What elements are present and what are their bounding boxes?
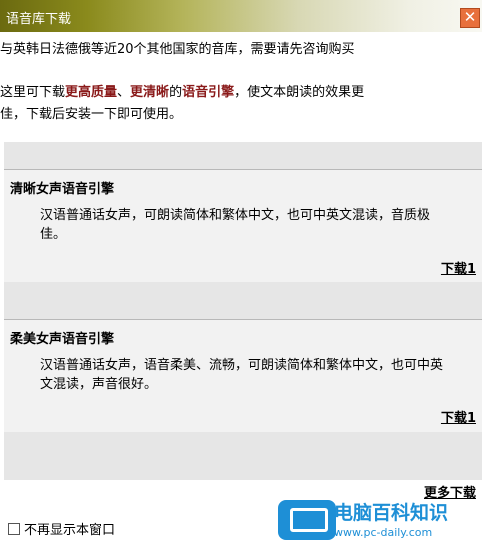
watermark: 电脑百科知识 www.pc-daily.com: [274, 492, 482, 549]
highlight-higher-quality: 更高质量: [65, 85, 118, 100]
engine-title: 柔美女声语音引擎: [10, 332, 115, 347]
monitor-screen-icon: [290, 508, 328, 532]
watermark-url: www.pc-daily.com: [334, 526, 433, 539]
download-link-clear-female[interactable]: 下载1: [441, 258, 476, 277]
section-spacer: [4, 282, 482, 319]
intro-line-2: 这里可下载更高质量、更清晰的语音引擎，使文本朗读的效果更: [0, 81, 364, 100]
dont-show-again-checkbox[interactable]: [8, 522, 20, 535]
section-spacer: [4, 142, 482, 169]
engine-title: 清晰女声语音引擎: [10, 182, 115, 197]
download-link-soft-female[interactable]: 下载1: [441, 407, 476, 426]
engine-section-clear-female: 清晰女声语音引擎 汉语普通话女声，可朗读简体和繁体中文，也可中英文混读，音质极佳…: [4, 169, 482, 282]
window-title: 语音库下载: [6, 12, 72, 27]
engine-section-soft-female: 柔美女声语音引擎 汉语普通话女声，语音柔美、流畅，可朗读简体和繁体中文，也可中英…: [4, 319, 482, 432]
monitor-icon: [278, 500, 336, 540]
intro-line-3: 佳，下载后安装一下即可使用。: [0, 107, 183, 122]
intro-text-segment: 、: [117, 85, 131, 100]
intro-text-segment: 的: [169, 85, 183, 100]
dont-show-again-option[interactable]: 不再显示本窗口: [8, 519, 115, 538]
title-bar[interactable]: 语音库下载 ✕: [0, 0, 482, 32]
engine-description: 汉语普通话女声，语音柔美、流畅，可朗读简体和繁体中文，也可中英文混读，声音很好。: [40, 358, 444, 392]
highlight-clearer: 更清晰: [130, 85, 170, 100]
download-dialog: 语音库下载 ✕ 与英韩日法德俄等近20个其他国家的音库，需要请先咨询购买 这里可…: [0, 0, 482, 549]
highlight-voice-engine: 语音引擎: [182, 85, 235, 100]
section-spacer: [4, 432, 482, 480]
engine-description: 汉语普通话女声，可朗读简体和繁体中文，也可中英文混读，音质极佳。: [40, 208, 431, 242]
close-icon: ✕: [463, 8, 477, 26]
intro-text-segment: ，使文本朗读的效果更: [234, 85, 365, 100]
close-button[interactable]: ✕: [460, 8, 480, 28]
watermark-name: 电脑百科知识: [334, 502, 449, 524]
dont-show-again-label: 不再显示本窗口: [24, 523, 116, 538]
intro-text-segment: 这里可下载: [0, 85, 66, 100]
intro-line-1: 与英韩日法德俄等近20个其他国家的音库，需要请先咨询购买: [0, 42, 355, 57]
